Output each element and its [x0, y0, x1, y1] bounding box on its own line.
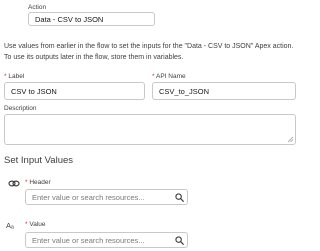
value-placeholder: Enter value or search resources...	[32, 235, 145, 245]
api-name-input[interactable]: CSV_to_JSON	[152, 82, 296, 100]
action-label: Action	[28, 4, 47, 11]
label-input-value: CSV to JSON	[11, 86, 57, 96]
required-asterisk: *	[25, 221, 28, 228]
link-icon	[8, 180, 20, 187]
text-type-icon: Aₐ	[6, 221, 14, 230]
value-input-label: * Value	[25, 221, 46, 229]
resize-handle-icon[interactable]	[287, 136, 294, 143]
header-search-input[interactable]: Enter value or search resources...	[25, 189, 188, 205]
action-value: Data - CSV to JSON	[35, 14, 104, 24]
header-input-name: Header	[29, 179, 51, 186]
search-icon[interactable]	[175, 193, 184, 202]
header-placeholder: Enter value or search resources...	[32, 192, 145, 202]
label-field-name: Label	[8, 73, 25, 80]
label-input[interactable]: CSV to JSON	[4, 82, 145, 100]
section-title: Set Input Values	[4, 155, 74, 166]
instruction-text: Use values from earlier in the flow to s…	[4, 43, 294, 61]
api-name-input-value: CSV_to_JSON	[159, 86, 210, 96]
required-asterisk: *	[4, 73, 7, 80]
description-textarea[interactable]	[4, 114, 296, 145]
header-input-label: * Header	[25, 179, 51, 187]
api-name-field-name: API Name	[155, 73, 186, 80]
required-asterisk: *	[152, 73, 155, 80]
description-field-label: Description	[4, 105, 37, 112]
value-input-name: Value	[29, 221, 46, 228]
required-asterisk: *	[25, 179, 28, 186]
label-field-label: * Label	[4, 73, 24, 81]
action-field: Data - CSV to JSON	[28, 12, 155, 26]
search-icon[interactable]	[175, 236, 184, 245]
value-search-input[interactable]: Enter value or search resources...	[25, 232, 188, 248]
api-name-field-label: * API Name	[152, 73, 186, 81]
